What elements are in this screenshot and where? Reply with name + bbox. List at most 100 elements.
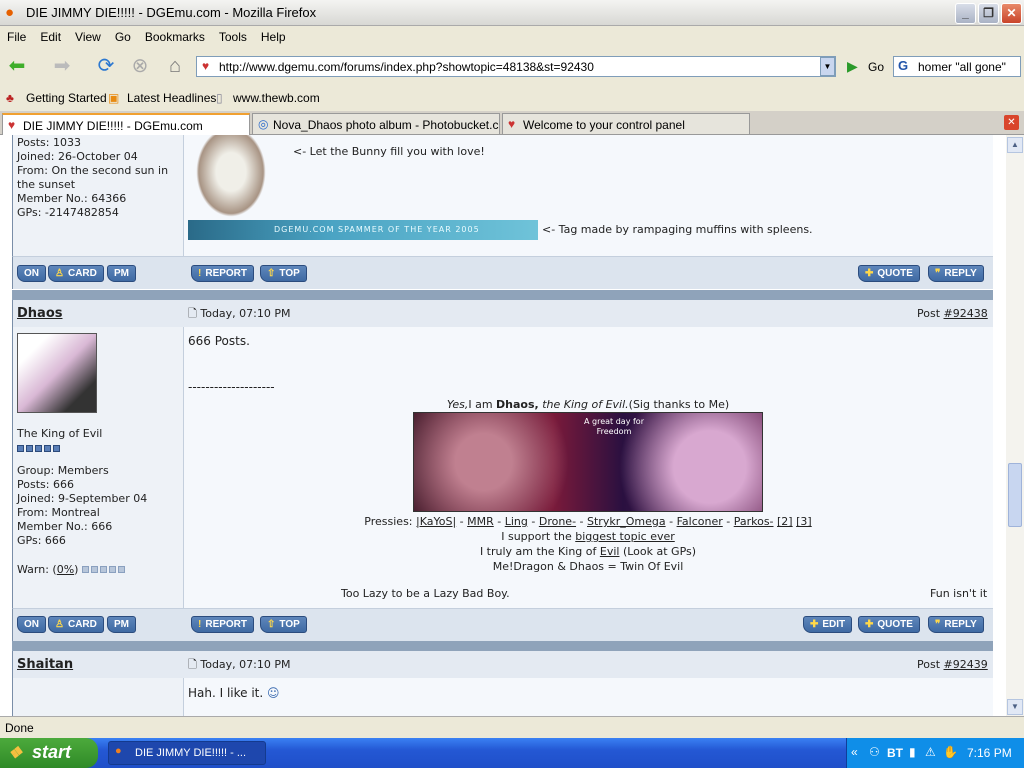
report-button[interactable]: ! REPORT	[191, 265, 255, 282]
network-icon[interactable]: ⚇	[869, 745, 880, 759]
back-icon[interactable]: ⬅	[5, 54, 29, 78]
pressie-link[interactable]: Parkos-	[734, 515, 774, 528]
menu-go[interactable]: Go	[108, 26, 138, 48]
member-stats: Group: Members Posts: 666 Joined: 9-Septem…	[17, 464, 148, 547]
taskbar: ❖ start ● DIE JIMMY DIE!!!!! - ... « ⚇ BT …	[0, 738, 1024, 768]
bookmarks-toolbar: ♣ Getting Started ▣ Latest Headlines ▯ w…	[0, 86, 1024, 110]
author-link[interactable]: Dhaos	[17, 306, 63, 321]
plus-icon: ✚	[865, 619, 874, 630]
go-button[interactable]: Go	[868, 60, 884, 74]
close-tab-icon[interactable]: ✕	[1004, 115, 1019, 130]
card-button[interactable]: ♙ CARD	[48, 265, 104, 282]
tab-control-panel[interactable]: ♥ Welcome to your control panel	[502, 113, 750, 135]
pressie-link[interactable]: Falconer	[677, 515, 723, 528]
quote-button[interactable]: ✚ QUOTE	[858, 616, 920, 633]
site-icon: ♥	[508, 117, 516, 131]
card-button[interactable]: ♙ CARD	[48, 616, 104, 633]
window-title: DIE JIMMY DIE!!!!! - DGEmu.com - Mozilla…	[26, 5, 317, 20]
tab-photobucket[interactable]: ◎ Nova_Dhaos photo album - Photobucket.co…	[252, 113, 500, 135]
tag-caption: <- Tag made by rampaging muffins with sp…	[542, 223, 813, 236]
online-button[interactable]: ON	[17, 265, 46, 282]
top-button[interactable]: ⇧ TOP	[260, 616, 307, 633]
menu-bookmarks[interactable]: Bookmarks	[138, 26, 212, 48]
reload-icon[interactable]: ⟳	[94, 54, 118, 78]
post-header	[12, 300, 993, 327]
pressie-link[interactable]: Ling	[505, 515, 528, 528]
post-number-link[interactable]: #92439	[944, 658, 988, 671]
close-button[interactable]: ✕	[1001, 3, 1022, 24]
bookmark-latest-headlines[interactable]: Latest Headlines	[127, 91, 216, 105]
pressie-page-link[interactable]: [2]	[777, 515, 793, 528]
menu-file[interactable]: File	[0, 26, 33, 48]
taskbar-firefox-item[interactable]: ● DIE JIMMY DIE!!!!! - ...	[108, 741, 266, 765]
exclamation-icon: !	[198, 268, 202, 279]
vertical-scrollbar[interactable]	[1006, 135, 1024, 716]
title-bar: ● DIE JIMMY DIE!!!!! - DGEmu.com - Mozil…	[0, 0, 1024, 26]
tab-dgemu[interactable]: ♥ DIE JIMMY DIE!!!!! - DGEmu.com	[2, 113, 250, 135]
quote-button[interactable]: ✚ QUOTE	[858, 265, 920, 282]
thumbs-up-smiley-icon: ☺	[267, 686, 280, 700]
pressie-link[interactable]: Strykr_Omega	[587, 515, 666, 528]
tray-expand-icon[interactable]: «	[851, 745, 858, 759]
user-icon: ♙	[55, 619, 64, 630]
search-input[interactable]: Ghomer "all gone"	[893, 56, 1021, 77]
sig-lazy-text: Too Lazy to be a Lazy Bad Boy.	[341, 587, 510, 600]
tab-label: DIE JIMMY DIE!!!!! - DGEmu.com	[23, 119, 203, 133]
rank-pip	[44, 445, 51, 452]
avatar	[17, 333, 97, 413]
firefox-icon: ●	[5, 4, 15, 21]
warn-pip	[99, 566, 107, 573]
start-button[interactable]: ❖ start	[0, 738, 98, 768]
tray-bt[interactable]: BT	[887, 746, 903, 760]
pm-button[interactable]: PM	[107, 265, 136, 282]
menu-view[interactable]: View	[68, 26, 108, 48]
sig-fun-text: Fun isn't it	[930, 587, 988, 600]
plus-icon: ✚	[865, 268, 874, 279]
post-body	[183, 678, 993, 716]
url-input[interactable]: ♥ http://www.dgemu.com/forums/index.php?s…	[196, 56, 836, 77]
menu-tools[interactable]: Tools	[212, 26, 254, 48]
minimize-button[interactable]: _	[955, 3, 976, 24]
warn-level: Warn: (0%)	[17, 563, 127, 577]
scroll-up-icon[interactable]: ▲	[1007, 137, 1023, 153]
security-icon[interactable]: ⚠	[925, 745, 936, 759]
menu-edit[interactable]: Edit	[33, 26, 68, 48]
evil-link[interactable]: Evil	[600, 545, 620, 558]
pressie-link[interactable]: MMR	[467, 515, 494, 528]
maximize-button[interactable]: ❐	[978, 3, 999, 24]
online-button[interactable]: ON	[17, 616, 46, 633]
bookmark-getting-started[interactable]: Getting Started	[26, 91, 107, 105]
firefox-icon: ●	[115, 745, 122, 757]
pm-button[interactable]: PM	[107, 616, 136, 633]
home-icon[interactable]: ⌂	[163, 54, 187, 78]
meter-icon[interactable]: ▮	[909, 745, 916, 759]
hand-icon[interactable]: ✋	[943, 745, 958, 759]
reply-button[interactable]: ❞ REPLY	[928, 616, 984, 633]
forward-icon[interactable]: ➡	[50, 54, 74, 78]
warn-link[interactable]: 0%	[57, 563, 74, 576]
warn-pip	[108, 566, 116, 573]
scrollbar-thumb[interactable]	[1008, 463, 1022, 527]
go-icon[interactable]: ▶	[847, 58, 858, 75]
google-icon[interactable]: G	[898, 58, 908, 73]
post-header	[12, 651, 993, 678]
top-button[interactable]: ⇧ TOP	[260, 265, 307, 282]
windows-logo-icon: ❖	[8, 745, 23, 762]
bookmark-thewb[interactable]: www.thewb.com	[233, 91, 320, 105]
url-dropdown-icon[interactable]: ▼	[820, 57, 835, 76]
biggest-topic-link[interactable]: biggest topic ever	[575, 530, 675, 543]
pressie-link[interactable]: Drone-	[539, 515, 576, 528]
scroll-down-icon[interactable]: ▼	[1007, 699, 1023, 715]
status-text: Done	[5, 721, 34, 735]
reply-button[interactable]: ❞ REPLY	[928, 265, 984, 282]
report-button[interactable]: ! REPORT	[191, 616, 255, 633]
menu-help[interactable]: Help	[254, 26, 293, 48]
post-number-link[interactable]: #92438	[944, 307, 988, 320]
author-link[interactable]: Shaitan	[17, 657, 73, 672]
stop-icon[interactable]: ⊗	[128, 54, 152, 78]
system-tray: « ⚇ BT ▮ ⚠ ✋ 7:16 PM	[846, 738, 1024, 768]
pressie-link[interactable]: |KaYoS|	[416, 515, 456, 528]
edit-button[interactable]: ✚ EDIT	[803, 616, 853, 633]
pressie-page-link[interactable]: [3]	[796, 515, 812, 528]
post-number: Post #92439	[917, 658, 988, 671]
